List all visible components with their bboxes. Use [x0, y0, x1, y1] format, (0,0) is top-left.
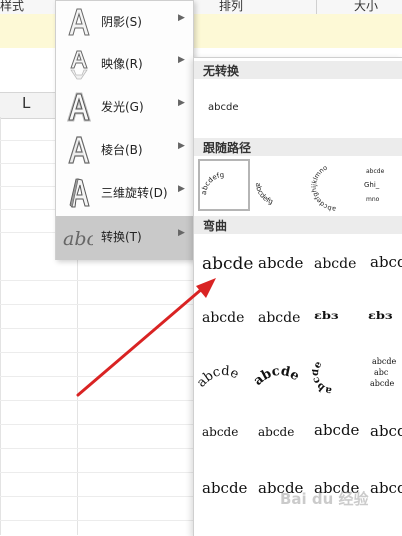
menu-item-shadow[interactable]: 阴影(S) ▶: [56, 1, 193, 45]
3d-rotation-A-icon: [69, 178, 90, 208]
section-header-no-transform: 无转换: [194, 61, 402, 79]
svg-text:abcde: abcde: [254, 364, 302, 389]
menu-item-label: 三维旋转(D): [101, 186, 168, 200]
warp-option-triangle-up[interactable]: abcde: [314, 256, 356, 272]
warp-option-ring-inside[interactable]: ɛbɜ: [312, 306, 356, 330]
menu-item-label: 棱台(B): [101, 143, 143, 157]
ribbon-arrange-label[interactable]: 排列: [219, 0, 243, 14]
svg-text:abcde: abcde: [312, 359, 333, 394]
warp-text: abcde: [198, 364, 241, 391]
warp-text: abcde: [312, 359, 333, 394]
warp-text: abcde: [372, 357, 396, 366]
section-header-warp: 弯曲: [194, 216, 402, 234]
grid-line: [0, 352, 193, 353]
svg-text:ɛbɜ: ɛbɜ: [368, 309, 393, 321]
grid-line: [0, 280, 193, 281]
follow-path-arch-down-option[interactable]: abcdefg: [252, 159, 304, 211]
glow-A-icon: [66, 92, 92, 122]
menu-item-label: 发光(G): [101, 100, 144, 114]
path-text: abcdefg: [200, 171, 225, 195]
path-preview: abcdefg: [200, 171, 225, 195]
grid-line: [0, 448, 193, 449]
svg-text:abc: abc: [374, 368, 389, 377]
menu-item-transform[interactable]: abc 转换(T) ▶: [56, 216, 193, 260]
path-preview: abcde Ghi_ mno: [364, 168, 385, 203]
warp-text: abcde: [370, 379, 394, 388]
warp-option-double-wave-1[interactable]: abcde: [202, 479, 247, 497]
warp-option-circle[interactable]: abcde: [312, 354, 352, 394]
warp-option-can-up[interactable]: abcde: [202, 425, 238, 439]
menu-item-label: 映像(R): [101, 57, 143, 71]
warp-option-stop[interactable]: abcde: [258, 254, 303, 272]
svg-text:abcdefg: abcdefg: [200, 171, 224, 195]
warp-option-wave-1[interactable]: abcde: [314, 421, 359, 439]
transform-gallery: 无转换 abcde 跟随路径 abcdefg abcdefg abcdefghi…: [193, 57, 402, 536]
follow-path-circle-option[interactable]: abcdefghijklmno: [308, 159, 364, 214]
reflection-A-icon: [70, 50, 88, 80]
grid-line: [0, 304, 193, 305]
warp-option-chevron-down[interactable]: abcde: [258, 310, 300, 326]
menu-item-reflection[interactable]: 映像(R) ▶: [56, 43, 193, 87]
menu-item-bevel[interactable]: 棱台(B) ▶: [56, 129, 193, 173]
svg-text:abcde: abcde: [198, 364, 241, 391]
section-title: 弯曲: [203, 219, 228, 233]
grid-line: [0, 472, 193, 473]
menu-item-glow[interactable]: 发光(G) ▶: [56, 86, 193, 130]
section-title: 无转换: [203, 64, 240, 78]
submenu-arrow-icon: ▶: [178, 184, 185, 194]
svg-text:abcdefghijklmno: abcdefghijklmno: [310, 164, 336, 214]
grid-line: [0, 424, 193, 425]
svg-text:ɛbɜ: ɛbɜ: [314, 309, 339, 321]
warp-option-can-down[interactable]: abcde: [258, 425, 294, 439]
warp-option-wave-2[interactable]: abcde: [370, 422, 402, 440]
follow-path-button-option[interactable]: abcde Ghi_ mno: [364, 159, 402, 211]
grid-line: [0, 376, 193, 377]
warp-option-arch-down[interactable]: abcde: [254, 360, 306, 390]
no-transform-option[interactable]: abcde: [208, 102, 238, 113]
grid-line: [0, 520, 193, 521]
warp-option-deflate[interactable]: abcde: [370, 479, 402, 497]
ribbon-style-label[interactable]: 样式: [0, 0, 24, 14]
transform-abc-icon: abc: [63, 228, 93, 250]
submenu-arrow-icon: ▶: [178, 141, 185, 151]
path-preview: abcdefg: [254, 182, 274, 206]
svg-text:mno: mno: [366, 196, 380, 203]
menu-item-label: 转换(T): [101, 230, 142, 244]
menu-item-label: 阴影(S): [101, 15, 142, 29]
path-preview: abcdefghijklmno: [310, 164, 336, 214]
svg-text:abcde: abcde: [366, 168, 385, 175]
submenu-arrow-icon: ▶: [178, 228, 185, 238]
path-text: abcdefghijklmno: [310, 164, 336, 214]
text-effect-A-icon: [68, 8, 90, 36]
text-effects-menu: 阴影(S) ▶ 映像(R) ▶ 发光(G) ▶ 棱台(B) ▶ 三维旋转(D) …: [55, 0, 194, 260]
svg-text:abcdefg: abcdefg: [254, 182, 274, 206]
column-header-l[interactable]: L: [22, 94, 30, 112]
ribbon-separator: [316, 0, 317, 14]
grid-line: [0, 400, 193, 401]
warp-option-arch-up[interactable]: abcde: [198, 358, 250, 392]
ribbon-size-label[interactable]: 大小: [354, 0, 378, 14]
follow-path-arch-up-option[interactable]: abcdefg: [198, 159, 250, 211]
section-title: 跟随路径: [203, 141, 252, 155]
menu-item-3d-rotation[interactable]: 三维旋转(D) ▶: [56, 172, 193, 216]
section-header-follow-path: 跟随路径: [194, 138, 402, 156]
warp-option-ring-outside[interactable]: ɛbɜ: [368, 306, 402, 330]
path-text: abcdefg: [254, 182, 274, 206]
bevel-A-icon: [68, 136, 90, 164]
warp-option-plain[interactable]: abcde: [202, 254, 253, 274]
watermark-logo: Bai du 经验: [280, 490, 369, 508]
warp-option-triangle-down[interactable]: abcde: [370, 253, 402, 271]
grid-line: [0, 496, 193, 497]
warp-option-button[interactable]: abcde abc abcde: [366, 352, 402, 394]
svg-text:abc: abc: [63, 228, 93, 250]
submenu-arrow-icon: ▶: [178, 98, 185, 108]
warp-option-chevron-up[interactable]: abcde: [202, 310, 244, 326]
grid-line: [0, 328, 193, 329]
submenu-arrow-icon: ▶: [178, 55, 185, 65]
submenu-arrow-icon: ▶: [178, 13, 185, 23]
warp-text: abcde: [254, 364, 302, 389]
svg-text:Ghi_: Ghi_: [364, 181, 380, 189]
